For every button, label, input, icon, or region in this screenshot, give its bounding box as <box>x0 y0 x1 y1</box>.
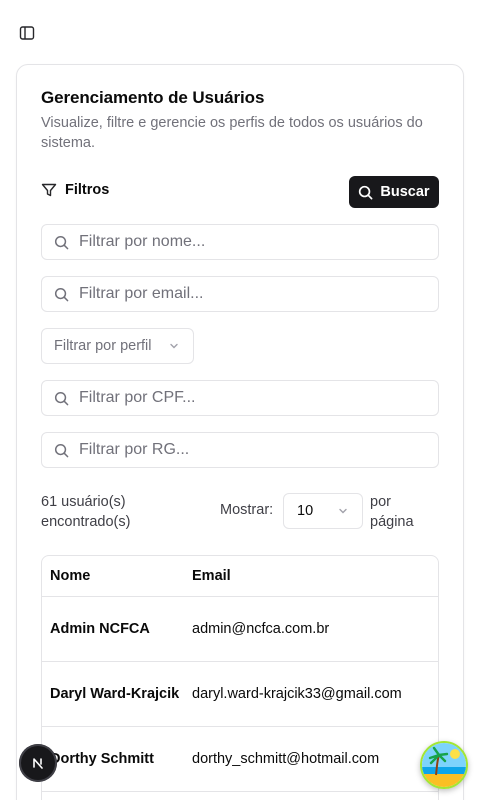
rg-filter-input[interactable]: Filtrar por RG... <box>41 432 439 468</box>
sidebar-toggle-button[interactable] <box>16 22 38 44</box>
search-icon <box>54 443 69 457</box>
search-icon <box>54 287 69 301</box>
table-row[interactable]: Daryl Ward-Krajcik daryl.ward-krajcik33@… <box>42 662 438 727</box>
users-table: Nome Email Admin NCFCA admin@ncfca.com.b… <box>41 555 439 800</box>
users-card: Gerenciamento de Usuários Visualize, fil… <box>16 64 464 800</box>
user-email-cell: dorthy_schmitt@hotmail.com <box>192 751 380 767</box>
user-name-cell: Daryl Ward-Krajcik <box>50 686 180 702</box>
chevron-down-icon <box>170 343 178 349</box>
show-label: Mostrar: <box>220 502 274 518</box>
chevron-down-icon <box>339 508 347 514</box>
column-header-name[interactable]: Nome <box>42 568 184 584</box>
user-email-cell: admin@ncfca.com.br <box>192 621 330 637</box>
profile-filter-label: Filtrar por perfil <box>54 338 152 354</box>
page-subtitle: Visualize, filtre e gerencie os perfis d… <box>41 115 423 151</box>
table-row[interactable]: Dorthy Schmitt dorthy_schmitt@hotmail.co… <box>42 727 438 792</box>
page-size-value: 10 <box>297 503 314 519</box>
user-name-cell: Dorthy Schmitt <box>50 751 154 767</box>
name-filter-placeholder: Filtrar por nome... <box>79 233 206 250</box>
rg-filter-placeholder: Filtrar por RG... <box>79 441 190 458</box>
name-filter-input[interactable]: Filtrar por nome... <box>41 224 439 260</box>
column-header-email[interactable]: Email <box>184 568 231 584</box>
search-icon <box>54 235 69 249</box>
profile-filter-select[interactable]: Filtrar por perfil <box>41 328 194 364</box>
per-page-label: por página <box>370 492 430 532</box>
per-page-line2: página <box>370 514 414 530</box>
panel-left-icon <box>19 26 35 40</box>
next-logo-icon <box>33 758 43 769</box>
search-button-label: Buscar <box>380 184 430 200</box>
user-email-cell: daryl.ward-krajcik33@gmail.com <box>192 686 402 702</box>
search-icon <box>359 185 373 199</box>
user-avatar-button[interactable] <box>420 741 468 789</box>
search-button[interactable]: Buscar <box>349 176 439 208</box>
per-page-line1: por <box>370 494 391 510</box>
search-icon <box>54 391 69 405</box>
cpf-filter-input[interactable]: Filtrar por CPF... <box>41 380 439 416</box>
email-filter-input[interactable]: Filtrar por email... <box>41 276 439 312</box>
page-title: Gerenciamento de Usuários <box>41 88 265 107</box>
page-size-select[interactable]: 10 <box>283 493 363 529</box>
cpf-filter-placeholder: Filtrar por CPF... <box>79 389 196 406</box>
filters-label-text: Filtros <box>65 182 110 198</box>
results-count: 61 usuário(s) encontrado(s) <box>41 492 130 532</box>
next-dev-tools-button[interactable] <box>19 744 57 782</box>
results-count-line1: 61 usuário(s) <box>41 494 126 510</box>
filter-icon <box>41 183 57 197</box>
filters-label: Filtros <box>41 182 109 198</box>
table-row[interactable]: Admin NCFCA admin@ncfca.com.br <box>42 597 438 662</box>
user-name-cell: Admin NCFCA <box>50 621 150 637</box>
table-header: Nome Email <box>42 556 438 597</box>
beach-avatar-icon <box>422 743 466 787</box>
email-filter-placeholder: Filtrar por email... <box>79 285 204 302</box>
results-count-line2: encontrado(s) <box>41 514 131 530</box>
